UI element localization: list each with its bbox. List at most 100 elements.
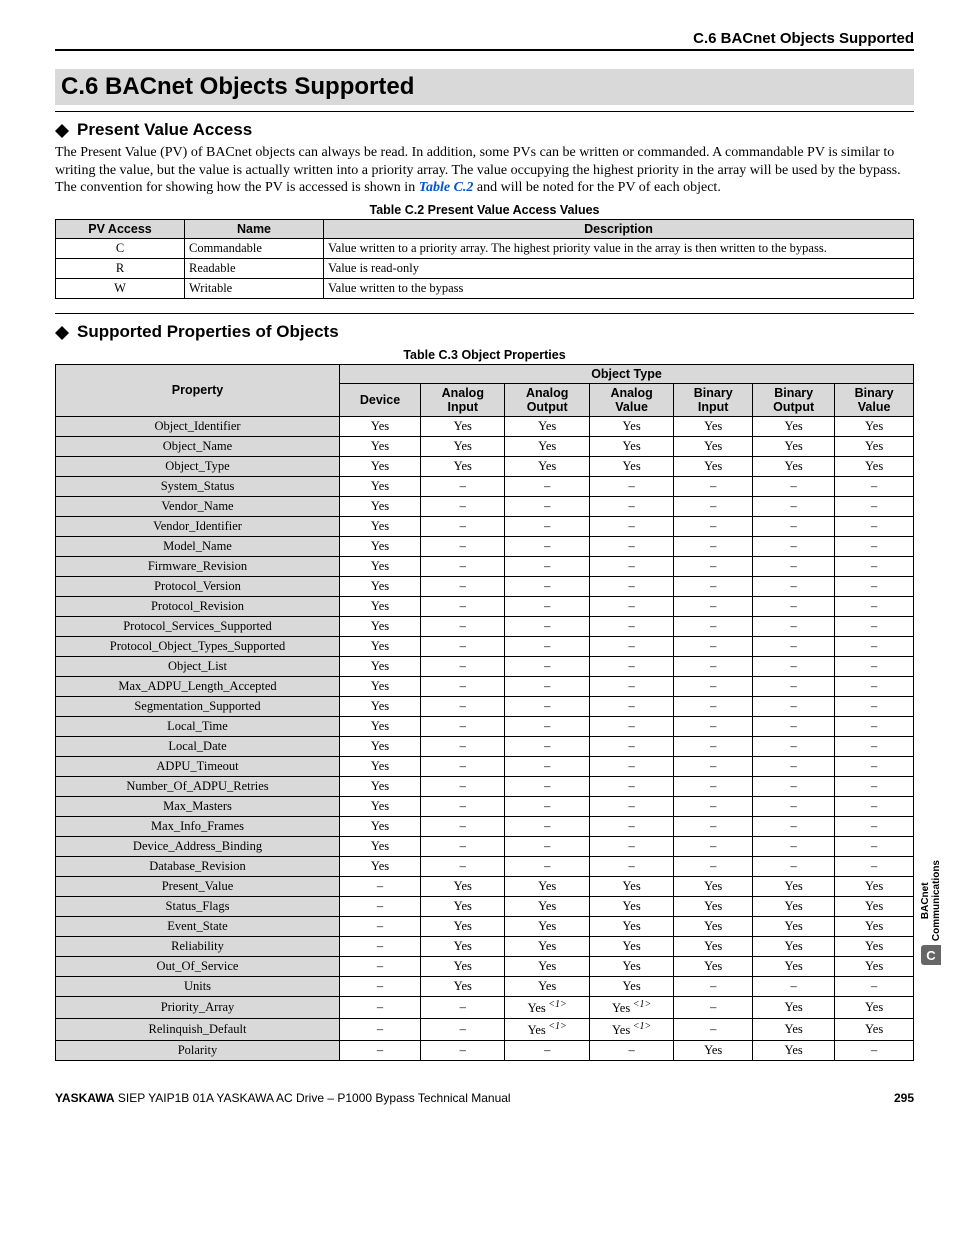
value-cell: – <box>421 556 505 576</box>
property-cell: Protocol_Revision <box>56 596 340 616</box>
value-cell: – <box>835 576 914 596</box>
value-cell: Yes <box>753 956 835 976</box>
property-cell: Vendor_Name <box>56 496 340 516</box>
appendix-badge: C <box>921 945 941 965</box>
value-cell: – <box>674 716 753 736</box>
value-cell: Yes <box>421 956 505 976</box>
table-cell: C <box>56 238 185 258</box>
value-cell: – <box>753 716 835 736</box>
value-cell: – <box>340 916 421 936</box>
value-cell: Yes <1> <box>589 996 673 1018</box>
value-cell: – <box>674 796 753 816</box>
table-row: Event_State–YesYesYesYesYesYes <box>56 916 914 936</box>
property-cell: Relinquish_Default <box>56 1018 340 1040</box>
side-tab-label: BACnet Communications <box>920 860 942 941</box>
footer-left: YASKAWA SIEP YAIP1B 01A YASKAWA AC Drive… <box>55 1091 511 1105</box>
value-cell: – <box>674 816 753 836</box>
value-cell: – <box>589 856 673 876</box>
value-cell: – <box>340 976 421 996</box>
value-cell: Yes <box>340 696 421 716</box>
value-cell: – <box>589 1040 673 1060</box>
value-cell: – <box>421 776 505 796</box>
value-cell: Yes <box>589 956 673 976</box>
value-cell: Yes <box>589 976 673 996</box>
value-cell: – <box>505 616 589 636</box>
value-cell: – <box>421 676 505 696</box>
property-cell: Local_Time <box>56 716 340 736</box>
value-cell: Yes <box>340 436 421 456</box>
side-tab: BACnet Communications C <box>920 860 942 965</box>
table-header-row: PV Access Name Description <box>56 219 914 238</box>
footnote-marker: <1> <box>546 999 567 1010</box>
value-cell: – <box>589 736 673 756</box>
table-row: Local_TimeYes–––––– <box>56 716 914 736</box>
value-cell: – <box>421 476 505 496</box>
value-cell: Yes <box>753 996 835 1018</box>
value-cell: – <box>421 736 505 756</box>
value-cell: – <box>835 776 914 796</box>
value-cell: – <box>835 716 914 736</box>
value-cell: – <box>589 656 673 676</box>
property-cell: Object_List <box>56 656 340 676</box>
value-cell: – <box>589 716 673 736</box>
value-cell: Yes <box>340 756 421 776</box>
value-cell: Yes <1> <box>505 996 589 1018</box>
value-cell: – <box>589 816 673 836</box>
value-cell: Yes <1> <box>505 1018 589 1040</box>
value-cell: Yes <box>340 616 421 636</box>
value-cell: Yes <box>421 876 505 896</box>
value-cell: Yes <box>340 456 421 476</box>
value-cell: – <box>421 516 505 536</box>
property-cell: Out_Of_Service <box>56 956 340 976</box>
property-cell: Database_Revision <box>56 856 340 876</box>
value-cell: – <box>835 856 914 876</box>
subsection-divider <box>55 313 914 314</box>
table-row: Out_Of_Service–YesYesYesYesYesYes <box>56 956 914 976</box>
value-cell: Yes <box>589 936 673 956</box>
value-cell: – <box>505 496 589 516</box>
table-c2-caption: Table C.2 Present Value Access Values <box>55 203 914 217</box>
table-cell: Value is read-only <box>324 258 914 278</box>
value-cell: Yes <box>753 1040 835 1060</box>
value-cell: – <box>340 896 421 916</box>
table-row: Local_DateYes–––––– <box>56 736 914 756</box>
value-cell: – <box>589 496 673 516</box>
value-cell: – <box>835 816 914 836</box>
table-row: Object_IdentifierYesYesYesYesYesYesYes <box>56 416 914 436</box>
subheading-present-value-access: Present Value Access <box>55 120 914 140</box>
para-part-b: and will be noted for the PV of each obj… <box>473 180 720 195</box>
property-cell: Status_Flags <box>56 896 340 916</box>
th-object-type: AnalogInput <box>421 383 505 416</box>
value-cell: – <box>753 496 835 516</box>
value-cell: Yes <box>753 436 835 456</box>
value-cell: Yes <box>753 1018 835 1040</box>
table-row: Object_NameYesYesYesYesYesYesYes <box>56 436 914 456</box>
value-cell: – <box>505 696 589 716</box>
value-cell: Yes <box>340 656 421 676</box>
value-cell: Yes <box>674 876 753 896</box>
value-cell: Yes <box>340 536 421 556</box>
value-cell: – <box>589 556 673 576</box>
value-cell: Yes <box>505 956 589 976</box>
th-property: Property <box>56 364 340 416</box>
table-ref-link[interactable]: Table C.2 <box>419 180 474 195</box>
property-cell: Object_Identifier <box>56 416 340 436</box>
value-cell: – <box>753 636 835 656</box>
value-cell: Yes <box>340 596 421 616</box>
subheading-text: Supported Properties of Objects <box>77 322 339 342</box>
table-row: Firmware_RevisionYes–––––– <box>56 556 914 576</box>
value-cell: – <box>835 616 914 636</box>
value-cell: Yes <box>589 436 673 456</box>
running-header: C.6 BACnet Objects Supported <box>55 30 914 51</box>
value-cell: – <box>674 1018 753 1040</box>
value-cell: Yes <box>589 896 673 916</box>
value-cell: Yes <box>835 436 914 456</box>
table-row: Protocol_VersionYes–––––– <box>56 576 914 596</box>
value-cell: – <box>674 836 753 856</box>
value-cell: – <box>753 856 835 876</box>
side-tab-line2: Communications <box>931 860 942 941</box>
value-cell: Yes <box>505 916 589 936</box>
th-object-type: AnalogOutput <box>505 383 589 416</box>
table-row: Model_NameYes–––––– <box>56 536 914 556</box>
value-cell: Yes <box>835 1018 914 1040</box>
